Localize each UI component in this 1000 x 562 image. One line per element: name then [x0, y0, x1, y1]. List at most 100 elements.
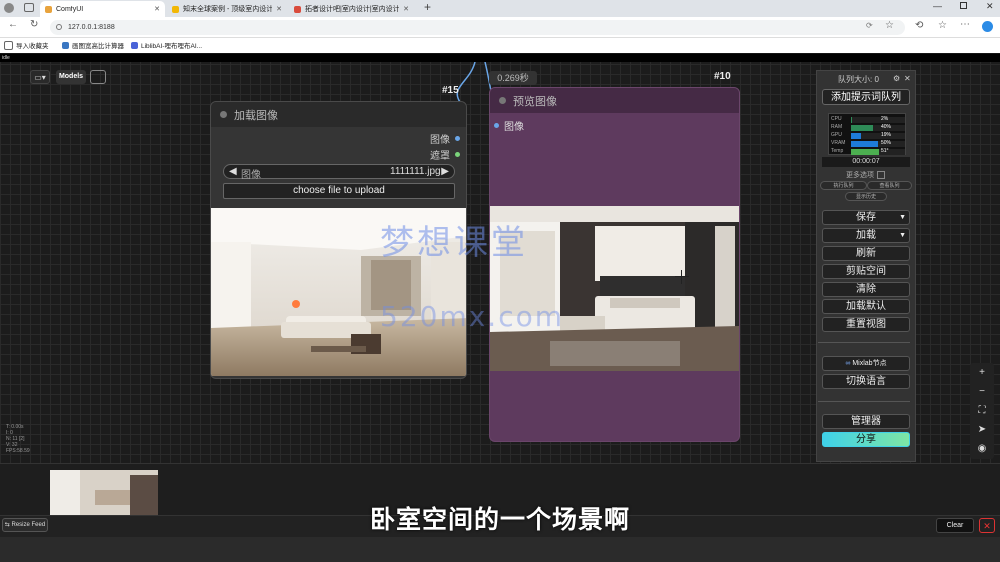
menu-icon[interactable]: ⋯	[960, 19, 970, 30]
profile-icon[interactable]	[4, 3, 14, 13]
tab-tuozhe[interactable]: 拓者设计吧|室内设计|室内设计师 ✕	[289, 1, 414, 17]
workspace-icon[interactable]	[90, 70, 106, 84]
load-default-button[interactable]: 加载默认	[822, 299, 910, 314]
close-feed-icon[interactable]: ✕	[979, 518, 995, 533]
select-pointer-icon[interactable]: ➤	[972, 421, 992, 439]
save-button[interactable]: 保存 ▼	[822, 210, 910, 225]
address-bar[interactable]: 127.0.0.1:8188	[50, 20, 905, 35]
refresh-button[interactable]: 刷新	[822, 246, 910, 261]
reload-icon[interactable]: ↻	[30, 19, 38, 30]
close-tab-icon[interactable]: ✕	[154, 5, 160, 13]
queue-execute-button[interactable]: 执行队列	[820, 181, 867, 190]
reset-view-button[interactable]: 重置视图	[822, 317, 910, 332]
tab-zhimo[interactable]: 知末全球案例 - 顶级室内设计案例 ✕	[167, 1, 287, 17]
close-panel-icon[interactable]: ✕	[904, 74, 911, 83]
stat-bar-track: 51°	[851, 148, 905, 155]
feed-thumbnail[interactable]	[50, 470, 158, 515]
more-options-toggle[interactable]: 更多选项	[846, 170, 885, 180]
bookmark-calc[interactable]: 画图宽高比计算器	[62, 40, 124, 50]
share-button[interactable]: 分享	[822, 432, 910, 447]
preview-image-node[interactable]: 预览图像 图像	[489, 87, 740, 442]
extensions-icon[interactable]: ⟲	[915, 20, 923, 31]
manager-button[interactable]: 管理器	[822, 414, 910, 429]
clear-feed-button[interactable]: Clear	[936, 518, 974, 533]
load-node-id: #15	[442, 85, 459, 96]
button-label: 切换语言	[846, 376, 886, 387]
upload-button[interactable]: choose file to upload	[223, 183, 455, 199]
favorite-star-icon[interactable]: ☆	[885, 20, 894, 31]
stat-row-vram: VRAM 50%	[831, 140, 905, 147]
globe-icon	[62, 41, 69, 49]
output-slot-mask[interactable]: 遮罩	[430, 147, 460, 162]
tab-title: 知末全球案例 - 顶级室内设计案例	[183, 6, 273, 13]
stat-row-cpu: CPU 2%	[831, 116, 905, 123]
folder-menu-button[interactable]: ▭▾	[30, 70, 50, 84]
models-button[interactable]: Models	[56, 70, 86, 84]
button-label: 分享	[856, 434, 876, 445]
liblib-icon	[131, 41, 138, 49]
maximize-icon[interactable]	[960, 2, 967, 9]
slot-dot-icon[interactable]	[494, 123, 499, 128]
image-combo[interactable]: ◀ 图像 1111111.jpg ▶	[223, 164, 455, 181]
folder-icon	[4, 40, 13, 50]
back-icon[interactable]: ←	[8, 19, 18, 30]
clear-button[interactable]: 清除	[822, 282, 910, 297]
combo-left-arrow-icon[interactable]: ◀	[229, 166, 237, 177]
translate-icon[interactable]: ⟳	[866, 21, 873, 30]
button-label: 执行队列	[833, 183, 854, 189]
copilot-icon[interactable]	[982, 21, 993, 32]
queue-prompt-button[interactable]: 添加提示词队列	[822, 89, 910, 105]
button-label: 清除	[856, 284, 876, 295]
close-window-icon[interactable]: ✕	[986, 1, 994, 12]
favorites-icon[interactable]: ☆	[938, 20, 947, 31]
slot-dot-icon[interactable]	[455, 136, 460, 141]
dropdown-arrow-icon[interactable]: ▼	[899, 211, 906, 224]
tab-actions-icon[interactable]	[24, 3, 34, 12]
combo-label: 图像	[241, 170, 261, 181]
zoom-out-icon[interactable]: −	[972, 383, 992, 401]
button-label: 查看队列	[879, 183, 900, 189]
site-info-icon[interactable]	[56, 24, 62, 30]
view-history-button[interactable]: 显示历史	[845, 192, 887, 201]
close-tab-icon[interactable]: ✕	[403, 5, 409, 13]
checkbox-icon[interactable]	[877, 171, 885, 179]
collapse-dot-icon[interactable]	[499, 97, 506, 104]
node-title: 预览图像	[513, 95, 557, 108]
switch-language-button[interactable]: 切换语言	[822, 374, 910, 389]
load-button[interactable]: 加载 ▼	[822, 228, 910, 243]
stat-value: 50%	[881, 140, 892, 146]
mixlab-button[interactable]: ∞ Mixlab节点	[822, 356, 910, 371]
load-image-node-header[interactable]: 加载图像	[211, 102, 466, 127]
tab-comfyui[interactable]: ComfyUI ✕	[40, 1, 165, 17]
input-slot-image[interactable]: 图像	[494, 118, 524, 133]
zoom-in-icon[interactable]: +	[972, 364, 992, 382]
bookmark-import[interactable]: 导入收藏夹	[4, 40, 49, 50]
stat-value: 2%	[881, 116, 889, 122]
stat-row-ram: RAM 40%	[831, 124, 905, 131]
button-label: 添加提示词队列	[831, 92, 901, 103]
eye-icon[interactable]: ◉	[972, 440, 992, 458]
settings-gear-icon[interactable]: ⚙	[893, 74, 900, 83]
close-tab-icon[interactable]: ✕	[276, 5, 282, 13]
output-slot-image[interactable]: 图像	[430, 131, 460, 146]
button-label: Clear	[946, 522, 964, 529]
fit-view-icon[interactable]: ⛶	[972, 402, 992, 420]
preview-node-header[interactable]: 预览图像	[490, 88, 739, 113]
clipspace-button[interactable]: 剪贴空间	[822, 264, 910, 279]
new-tab-icon[interactable]: +	[424, 0, 431, 14]
bookmark-liblib[interactable]: LiblibAI-哩布哩布AI...	[131, 40, 202, 50]
stat-label: CPU	[831, 116, 842, 122]
stat-value: 40%	[881, 124, 892, 130]
watermark-text: 梦想课堂	[380, 223, 528, 263]
collapse-dot-icon[interactable]	[220, 111, 227, 118]
combo-value: 1111111.jpg	[390, 166, 441, 177]
stat-bar-fill	[851, 133, 861, 139]
slot-dot-icon[interactable]	[455, 152, 460, 157]
combo-right-arrow-icon[interactable]: ▶	[441, 166, 449, 177]
resize-feed-button[interactable]: ⇆ Resize Feed	[2, 518, 48, 532]
dropdown-arrow-icon[interactable]: ▼	[899, 229, 906, 242]
view-queue-button[interactable]: 查看队列	[867, 181, 912, 190]
comfyui-favicon-icon	[45, 5, 52, 13]
stat-bar-fill	[851, 141, 878, 147]
minimize-icon[interactable]: —	[933, 1, 942, 11]
